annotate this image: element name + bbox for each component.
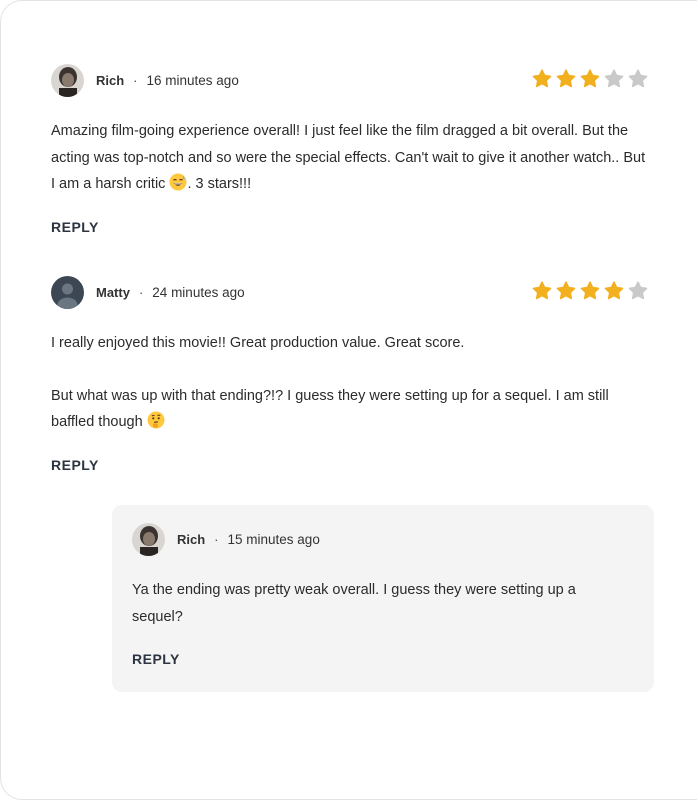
- reply-button[interactable]: REPLY: [51, 219, 99, 235]
- meta-separator: ·: [138, 284, 144, 300]
- star-filled-icon[interactable]: [532, 281, 552, 301]
- comment-reply-rich: Rich · 15 minutes ago Ya the ending was …: [132, 522, 632, 669]
- comment-author[interactable]: Rich: [177, 532, 205, 547]
- comment-timestamp: 24 minutes ago: [152, 284, 245, 300]
- comment-timestamp: 15 minutes ago: [227, 531, 320, 547]
- comment-paragraph-1: I really enjoyed this movie!! Great prod…: [51, 335, 465, 351]
- thinking-face-emoji-icon: [147, 411, 165, 429]
- star-empty-icon[interactable]: [604, 69, 624, 89]
- star-filled-icon[interactable]: [556, 281, 576, 301]
- user-avatar-rich[interactable]: [51, 63, 84, 97]
- nested-reply: Rich · 15 minutes ago Ya the ending was …: [112, 505, 654, 692]
- reply-button[interactable]: REPLY: [132, 651, 180, 667]
- comment-text: But what was up with that ending?!? I gu…: [51, 387, 609, 431]
- star-filled-icon[interactable]: [532, 69, 552, 89]
- star-empty-icon[interactable]: [628, 69, 648, 89]
- star-rating: [532, 69, 648, 89]
- user-avatar-rich[interactable]: [132, 522, 165, 556]
- comment-matty: Matty · 24 minutes ago I really enjoyed …: [51, 275, 648, 475]
- user-avatar-matty[interactable]: [51, 275, 84, 309]
- comment-body: Amazing film-going experience overall! I…: [51, 118, 648, 198]
- comment-text-suffix: . 3 stars!!!: [187, 176, 252, 192]
- star-filled-icon[interactable]: [556, 69, 576, 89]
- meta-separator: ·: [133, 72, 138, 88]
- comment-timestamp: 16 minutes ago: [146, 72, 239, 88]
- grinning-sweat-emoji-icon: [169, 173, 187, 191]
- comment-header: Rich · 15 minutes ago: [132, 522, 632, 556]
- reply-button[interactable]: REPLY: [51, 457, 99, 473]
- comment-author[interactable]: Rich: [96, 73, 124, 88]
- comment-text: Amazing film-going experience overall! I…: [51, 123, 646, 192]
- comment-header: Matty · 24 minutes ago: [51, 275, 648, 309]
- comment-header: Rich · 16 minutes ago: [51, 63, 648, 97]
- star-empty-icon[interactable]: [628, 281, 648, 301]
- star-filled-icon[interactable]: [580, 69, 600, 89]
- comment-rich: Rich · 16 minutes ago Amazing film-going…: [51, 63, 648, 237]
- star-filled-icon[interactable]: [580, 281, 600, 301]
- star-filled-icon[interactable]: [604, 281, 624, 301]
- comment-paragraph-2: But what was up with that ending?!? I gu…: [51, 383, 648, 436]
- comment-author[interactable]: Matty: [96, 285, 130, 300]
- meta-separator: ·: [214, 531, 219, 547]
- comment-body: Ya the ending was pretty weak overall. I…: [132, 582, 576, 625]
- star-rating: [532, 281, 648, 301]
